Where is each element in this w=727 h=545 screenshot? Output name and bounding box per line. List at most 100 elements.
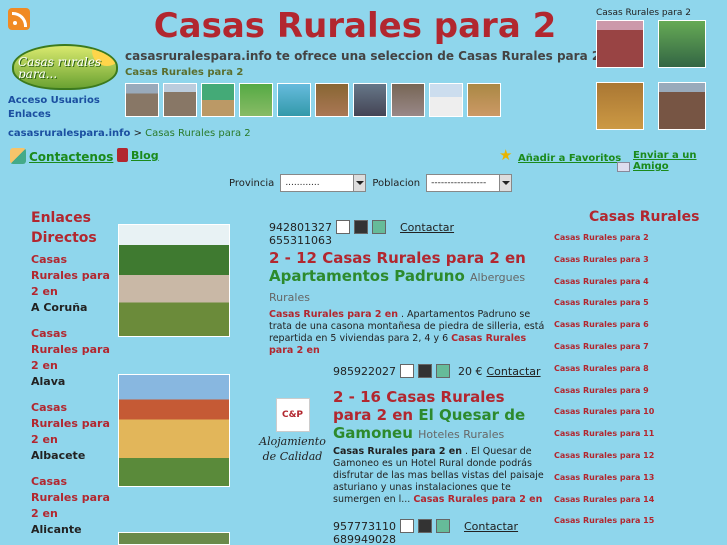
right-nav-item[interactable]: Casas Rurales para 15: [554, 516, 714, 538]
listing-title[interactable]: 2 - 16 Casas Rurales para 2 en El Quesar…: [333, 388, 547, 444]
add-favorites-link[interactable]: ★ Añadir a Favoritos: [499, 146, 621, 165]
featured-photo[interactable]: [596, 82, 644, 130]
listing-item: 957773110 Contactar 689949028: [333, 519, 547, 545]
listing-item: 942801327 Contactar 655311063 2 - 12 Cas…: [269, 220, 547, 357]
photo-strip: [125, 83, 501, 117]
left-nav-place[interactable]: Albacete: [31, 448, 113, 464]
house-thumbnail[interactable]: [429, 83, 463, 117]
calendar-icon[interactable]: [336, 220, 350, 234]
listing-category[interactable]: Hoteles Rurales: [418, 428, 504, 441]
camera-icon[interactable]: [354, 220, 368, 234]
calendar-icon[interactable]: [400, 364, 414, 378]
star-icon: ★: [499, 146, 513, 164]
camera-icon[interactable]: [418, 519, 432, 533]
house-thumbnail[interactable]: [467, 83, 501, 117]
listing-desc-lead: Casas Rurales para 2 en: [269, 309, 398, 320]
links-link[interactable]: Enlaces: [8, 108, 100, 122]
export-icon[interactable]: [436, 519, 450, 533]
right-nav-item[interactable]: Casas Rurales para 7: [554, 342, 714, 364]
left-nav-link[interactable]: Casas Rurales para 2 en: [31, 474, 113, 522]
rss-icon[interactable]: [8, 8, 30, 30]
house-thumbnail[interactable]: [315, 83, 349, 117]
mail-icon: [617, 162, 630, 172]
listing-photo[interactable]: [118, 224, 230, 337]
right-nav-item[interactable]: Casas Rurales para 2: [554, 233, 714, 255]
listing-phone: 942801327: [269, 220, 332, 234]
right-nav-item[interactable]: Casas Rurales para 9: [554, 386, 714, 408]
left-nav-link[interactable]: Casas Rurales para 2 en: [31, 252, 113, 300]
house-thumbnail[interactable]: [163, 83, 197, 117]
house-thumbnail[interactable]: [391, 83, 425, 117]
featured-label: Casas Rurales para 2: [596, 8, 691, 18]
house-thumbnail[interactable]: [125, 83, 159, 117]
listing-phone-secondary: 655311063: [269, 234, 332, 247]
left-nav-place[interactable]: Alava: [31, 374, 113, 390]
site-logo[interactable]: Casas rurales para...: [12, 44, 118, 90]
province-select[interactable]: ............: [280, 174, 367, 192]
quality-label: Alojamiento de Calidad: [259, 435, 326, 463]
listing-title[interactable]: 2 - 12 Casas Rurales para 2 en Apartamen…: [269, 249, 547, 307]
right-nav-item[interactable]: Casas Rurales para 13: [554, 473, 714, 495]
right-nav-item[interactable]: Casas Rurales para 6: [554, 320, 714, 342]
listing-description: Casas Rurales para 2 en . Apartamentos P…: [269, 309, 547, 357]
breadcrumb-separator: >: [133, 128, 142, 139]
listing-price: 20 €: [458, 364, 483, 378]
contact-link[interactable]: Contactar: [400, 221, 454, 234]
listing-name[interactable]: Apartamentos Padruno: [269, 267, 465, 285]
contact-us-label[interactable]: Contactenos: [29, 150, 113, 164]
breadcrumb-current[interactable]: Casas Rurales para 2: [145, 128, 251, 139]
listing-item: 985922027 20 € Contactar 2 - 16 Casas Ru…: [333, 364, 547, 506]
right-nav-item[interactable]: Casas Rurales para 11: [554, 429, 714, 451]
right-nav: Casas Rurales Casas Rurales para 2 Casas…: [554, 209, 714, 538]
right-nav-item[interactable]: Casas Rurales para 12: [554, 451, 714, 473]
export-icon[interactable]: [372, 220, 386, 234]
house-thumbnail[interactable]: [239, 83, 273, 117]
camera-icon[interactable]: [418, 364, 432, 378]
export-icon[interactable]: [436, 364, 450, 378]
right-nav-item[interactable]: Casas Rurales para 14: [554, 495, 714, 517]
listing-title-main[interactable]: 2 - 12 Casas Rurales para 2 en: [269, 249, 526, 267]
page-title: Casas Rurales para 2: [153, 6, 557, 46]
left-nav-link[interactable]: Casas Rurales para 2 en: [31, 400, 113, 448]
search-filters: Provincia ............ Poblacion -------…: [229, 174, 513, 192]
blog-link[interactable]: Blog: [117, 148, 159, 162]
right-nav-item[interactable]: Casas Rurales para 10: [554, 407, 714, 429]
right-nav-item[interactable]: Casas Rurales para 3: [554, 255, 714, 277]
house-thumbnail[interactable]: [353, 83, 387, 117]
featured-photo[interactable]: [658, 20, 706, 68]
right-nav-item[interactable]: Casas Rurales para 8: [554, 364, 714, 386]
chevron-down-icon: [353, 175, 366, 191]
contact-link[interactable]: Contactar: [487, 365, 541, 378]
contact-link[interactable]: Contactar: [464, 520, 518, 533]
featured-photo[interactable]: [658, 82, 706, 130]
right-nav-item[interactable]: Casas Rurales para 4: [554, 277, 714, 299]
listing-phone-secondary: 689949028: [333, 533, 396, 545]
right-nav-item[interactable]: Casas Rurales para 5: [554, 298, 714, 320]
listing-meta: 957773110 Contactar: [333, 519, 547, 533]
left-nav-place[interactable]: Alicante: [31, 522, 113, 538]
calendar-icon[interactable]: [400, 519, 414, 533]
listing-photo[interactable]: [118, 374, 230, 487]
breadcrumb-home[interactable]: casasruralespara.info: [8, 128, 130, 139]
town-label: Poblacion: [372, 177, 421, 189]
town-select[interactable]: -----------------: [426, 174, 513, 192]
quality-logo: C&P: [275, 398, 310, 432]
left-nav-place[interactable]: A Coruña: [31, 300, 113, 316]
left-nav-link[interactable]: Casas Rurales para 2 en: [31, 326, 113, 374]
province-value: ............: [285, 178, 320, 188]
listing-photo[interactable]: [118, 532, 230, 545]
featured-photo[interactable]: [596, 20, 644, 68]
add-favorites-label[interactable]: Añadir a Favoritos: [518, 153, 621, 164]
house-thumbnail[interactable]: [277, 83, 311, 117]
listing-phone: 985922027: [333, 364, 396, 378]
listing-meta: 985922027 20 € Contactar: [333, 364, 547, 378]
contact-us-link[interactable]: Contactenos: [10, 148, 113, 164]
right-nav-heading: Casas Rurales: [589, 209, 700, 225]
province-label: Provincia: [229, 177, 275, 189]
blog-label[interactable]: Blog: [131, 149, 159, 162]
send-friend-label[interactable]: Enviar a un Amigo: [633, 150, 727, 172]
left-nav-heading: Enlaces Directos: [31, 210, 97, 246]
login-link[interactable]: Acceso Usuarios: [8, 94, 100, 108]
send-friend-link[interactable]: Enviar a un Amigo: [617, 150, 727, 172]
house-thumbnail[interactable]: [201, 83, 235, 117]
